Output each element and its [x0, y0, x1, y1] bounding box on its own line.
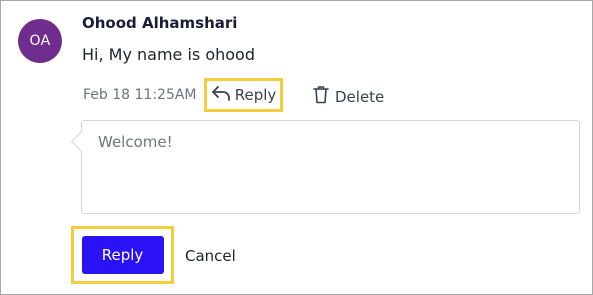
- comment-panel: OA Ohood Alhamshari Hi, My name is ohood…: [0, 0, 593, 295]
- trash-icon: [313, 85, 329, 108]
- reply-textarea[interactable]: Welcome!: [70, 120, 580, 214]
- delete-button-label: Delete: [335, 87, 385, 106]
- delete-button[interactable]: Delete: [313, 85, 384, 108]
- reply-button[interactable]: Reply: [204, 78, 283, 112]
- avatar-initials: OA: [29, 33, 51, 49]
- comment-timestamp: Feb 18 11:25AM: [83, 87, 197, 103]
- textarea-pointer: [70, 130, 93, 153]
- submit-highlight: Reply: [71, 226, 174, 284]
- reply-button-label: Reply: [234, 86, 277, 104]
- cancel-button[interactable]: Cancel: [185, 247, 236, 265]
- comment-message: Hi, My name is ohood: [82, 45, 255, 64]
- avatar: OA: [18, 19, 62, 63]
- reply-text: Welcome!: [98, 133, 173, 151]
- comment-author: Ohood Alhamshari: [82, 14, 238, 32]
- reply-arrow-icon: [211, 84, 231, 106]
- submit-reply-button[interactable]: Reply: [81, 236, 164, 274]
